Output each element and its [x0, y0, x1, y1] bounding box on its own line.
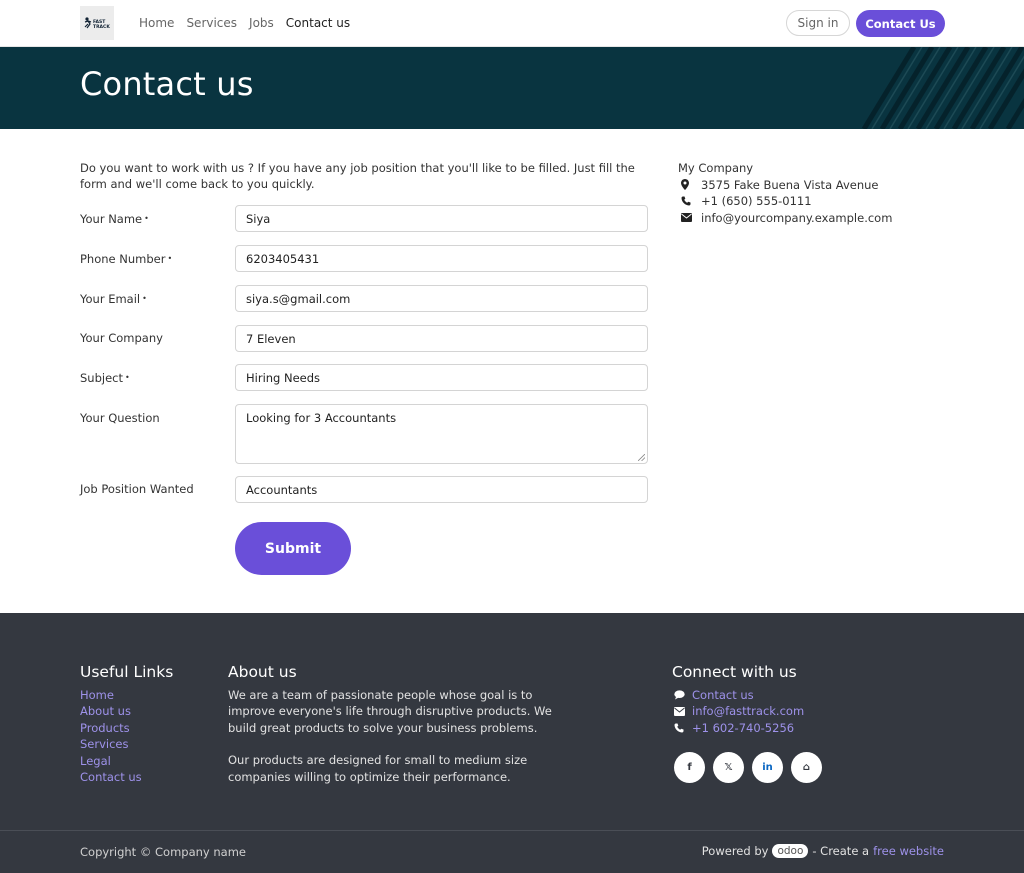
map-marker-icon: [678, 179, 701, 191]
about-paragraph-2: Our products are designed for small to m…: [228, 753, 528, 784]
facebook-icon[interactable]: f: [674, 752, 705, 784]
home-icon[interactable]: ⌂: [791, 752, 822, 784]
powered-by: Powered by odoo - Create a free website: [701, 844, 944, 858]
your-name-input[interactable]: Siya: [235, 205, 648, 232]
footer-contact-link[interactable]: Contact us: [672, 687, 822, 703]
company-address: 3575 Fake Buena Vista Avenue: [678, 177, 892, 194]
footer-divider: [0, 830, 1024, 831]
free-website-link[interactable]: free website: [873, 844, 944, 858]
odoo-logo[interactable]: odoo: [772, 844, 809, 858]
label-your-name: Your Name •: [80, 212, 149, 226]
top-navbar: FAST TRACK Home Services Jobs Contact us…: [0, 0, 1024, 47]
label-your-question: Your Question: [80, 411, 160, 425]
company-name: My Company: [678, 161, 754, 175]
submit-button[interactable]: Submit: [235, 522, 351, 575]
footer-connect: Connect with us Contact us info@fasttrac…: [672, 663, 822, 784]
footer-link-services[interactable]: Services: [80, 736, 173, 752]
envelope-icon: [678, 213, 701, 223]
linkedin-icon[interactable]: in: [752, 752, 783, 784]
useful-links-title: Useful Links: [80, 663, 174, 681]
main-nav: Home Services Jobs Contact us: [139, 0, 350, 46]
footer-about: About us We are a team of passionate peo…: [228, 663, 578, 785]
subject-input[interactable]: Hiring Needs: [235, 364, 648, 391]
copyright-text: Copyright © Company name: [80, 845, 246, 859]
page-banner: Contact us: [0, 47, 1024, 129]
footer-link-about-us[interactable]: About us: [80, 703, 173, 719]
sign-in-button[interactable]: Sign in: [786, 10, 850, 36]
connect-title: Connect with us: [672, 663, 797, 681]
phone-icon: [672, 723, 692, 733]
nav-jobs[interactable]: Jobs: [249, 16, 274, 30]
label-job-position: Job Position Wanted: [80, 482, 194, 496]
footer-link-home[interactable]: Home: [80, 687, 173, 703]
contact-us-button[interactable]: Contact Us: [856, 10, 945, 37]
nav-contact-us[interactable]: Contact us: [286, 16, 350, 30]
your-email-input[interactable]: siya.s@gmail.com: [235, 285, 648, 312]
company-logo[interactable]: FAST TRACK: [80, 6, 114, 40]
footer-email-link[interactable]: info@fasttrack.com: [672, 703, 822, 719]
footer-useful-links: Useful Links Home About us Products Serv…: [80, 663, 173, 785]
job-position-input[interactable]: Accountants: [235, 476, 648, 503]
company-email: info@yourcompany.example.com: [678, 210, 892, 227]
svg-text:TRACK: TRACK: [93, 24, 110, 30]
envelope-icon: [672, 707, 692, 717]
phone-number-input[interactable]: 6203405431: [235, 245, 648, 272]
comment-icon: [672, 690, 692, 700]
footer-link-products[interactable]: Products: [80, 720, 173, 736]
logo-runner-icon: FAST TRACK: [84, 17, 110, 30]
social-links: f 𝕏 in ⌂: [674, 752, 822, 784]
about-title: About us: [228, 663, 297, 681]
footer-link-contact-us[interactable]: Contact us: [80, 769, 173, 785]
company-info: My Company 3575 Fake Buena Vista Avenue …: [678, 160, 892, 226]
your-question-textarea[interactable]: Looking for 3 Accountants: [235, 404, 648, 464]
label-your-company: Your Company: [80, 331, 163, 345]
footer-link-legal[interactable]: Legal: [80, 753, 173, 769]
phone-icon: [678, 196, 701, 206]
x-icon[interactable]: 𝕏: [713, 752, 744, 784]
about-paragraph-1: We are a team of passionate people whose…: [228, 688, 552, 735]
nav-services[interactable]: Services: [186, 16, 237, 30]
form-intro-text: Do you want to work with us ? If you hav…: [80, 161, 635, 191]
page-title: Contact us: [80, 65, 254, 103]
your-company-input[interactable]: 7 Eleven: [235, 325, 648, 352]
label-phone-number: Phone Number •: [80, 252, 173, 266]
resize-handle-icon[interactable]: [638, 454, 645, 461]
label-your-email: Your Email •: [80, 292, 147, 306]
nav-home[interactable]: Home: [139, 16, 174, 30]
company-phone: +1 (650) 555-0111: [678, 193, 892, 210]
footer-phone-link[interactable]: +1 602-740-5256: [672, 720, 822, 736]
label-subject: Subject •: [80, 371, 130, 385]
banner-decoration: [861, 47, 1024, 129]
footer: Useful Links Home About us Products Serv…: [0, 613, 1024, 873]
